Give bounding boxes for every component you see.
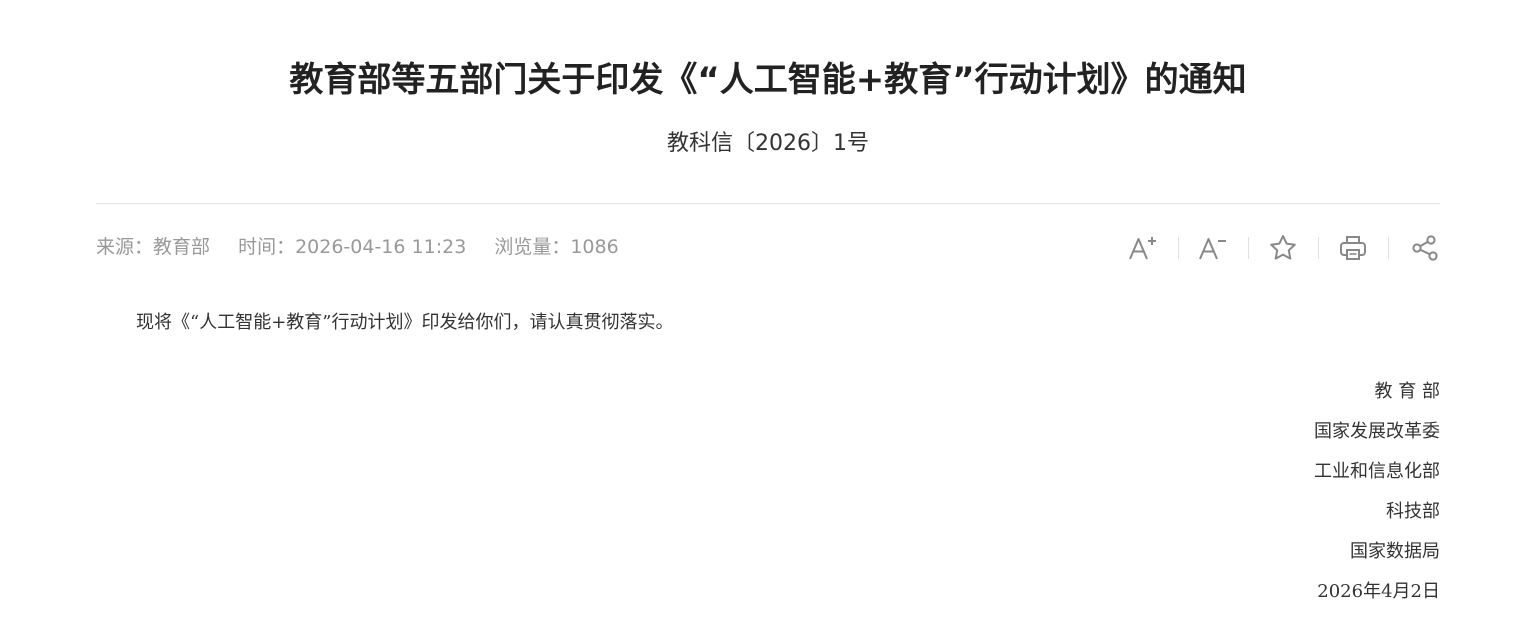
signer-most: 科技部 (1386, 501, 1440, 522)
star-icon (1270, 235, 1296, 260)
divider (96, 203, 1440, 204)
signer-ndrc: 国家发展改革委 (1314, 421, 1440, 442)
signer-nda: 国家数据局 (1350, 541, 1440, 562)
font-increase-icon (1129, 237, 1156, 260)
print-button[interactable] (1318, 228, 1388, 268)
article-meta: 来源：教育部 时间：2026-04-16 11:23 浏览量：1086 (96, 233, 641, 261)
article-toolbar (1108, 228, 1440, 268)
share-button[interactable] (1388, 228, 1440, 268)
signing-date: 2026年4月2日 (1317, 581, 1440, 602)
print-icon (1340, 236, 1366, 260)
favorite-button[interactable] (1248, 228, 1318, 268)
signer-moe: 教 育 部 (1374, 381, 1440, 402)
signature-block: 教 育 部 国家发展改革委 工业和信息化部 科技部 国家数据局 2026年4月2… (1314, 376, 1440, 616)
share-icon (1412, 235, 1438, 261)
font-decrease-button[interactable] (1178, 228, 1248, 268)
meta-time: 时间：2026-04-16 11:23 (238, 236, 467, 258)
document-number: 教科信〔2026〕1号 (667, 131, 869, 156)
article-title: 教育部等五部门关于印发《“人工智能+教育”行动计划》的通知 (289, 60, 1247, 100)
signer-miit: 工业和信息化部 (1314, 461, 1440, 482)
font-increase-button[interactable] (1108, 228, 1178, 268)
article-body: 现将《“人工智能+教育”行动计划》印发给你们，请认真贯彻落实。 (136, 312, 674, 333)
article-page: 教育部等五部门关于印发《“人工智能+教育”行动计划》的通知 教科信〔2026〕1… (96, 0, 1440, 635)
meta-source: 来源：教育部 (96, 236, 211, 258)
meta-views: 浏览量：1086 (494, 236, 619, 258)
font-decrease-icon (1199, 238, 1226, 260)
